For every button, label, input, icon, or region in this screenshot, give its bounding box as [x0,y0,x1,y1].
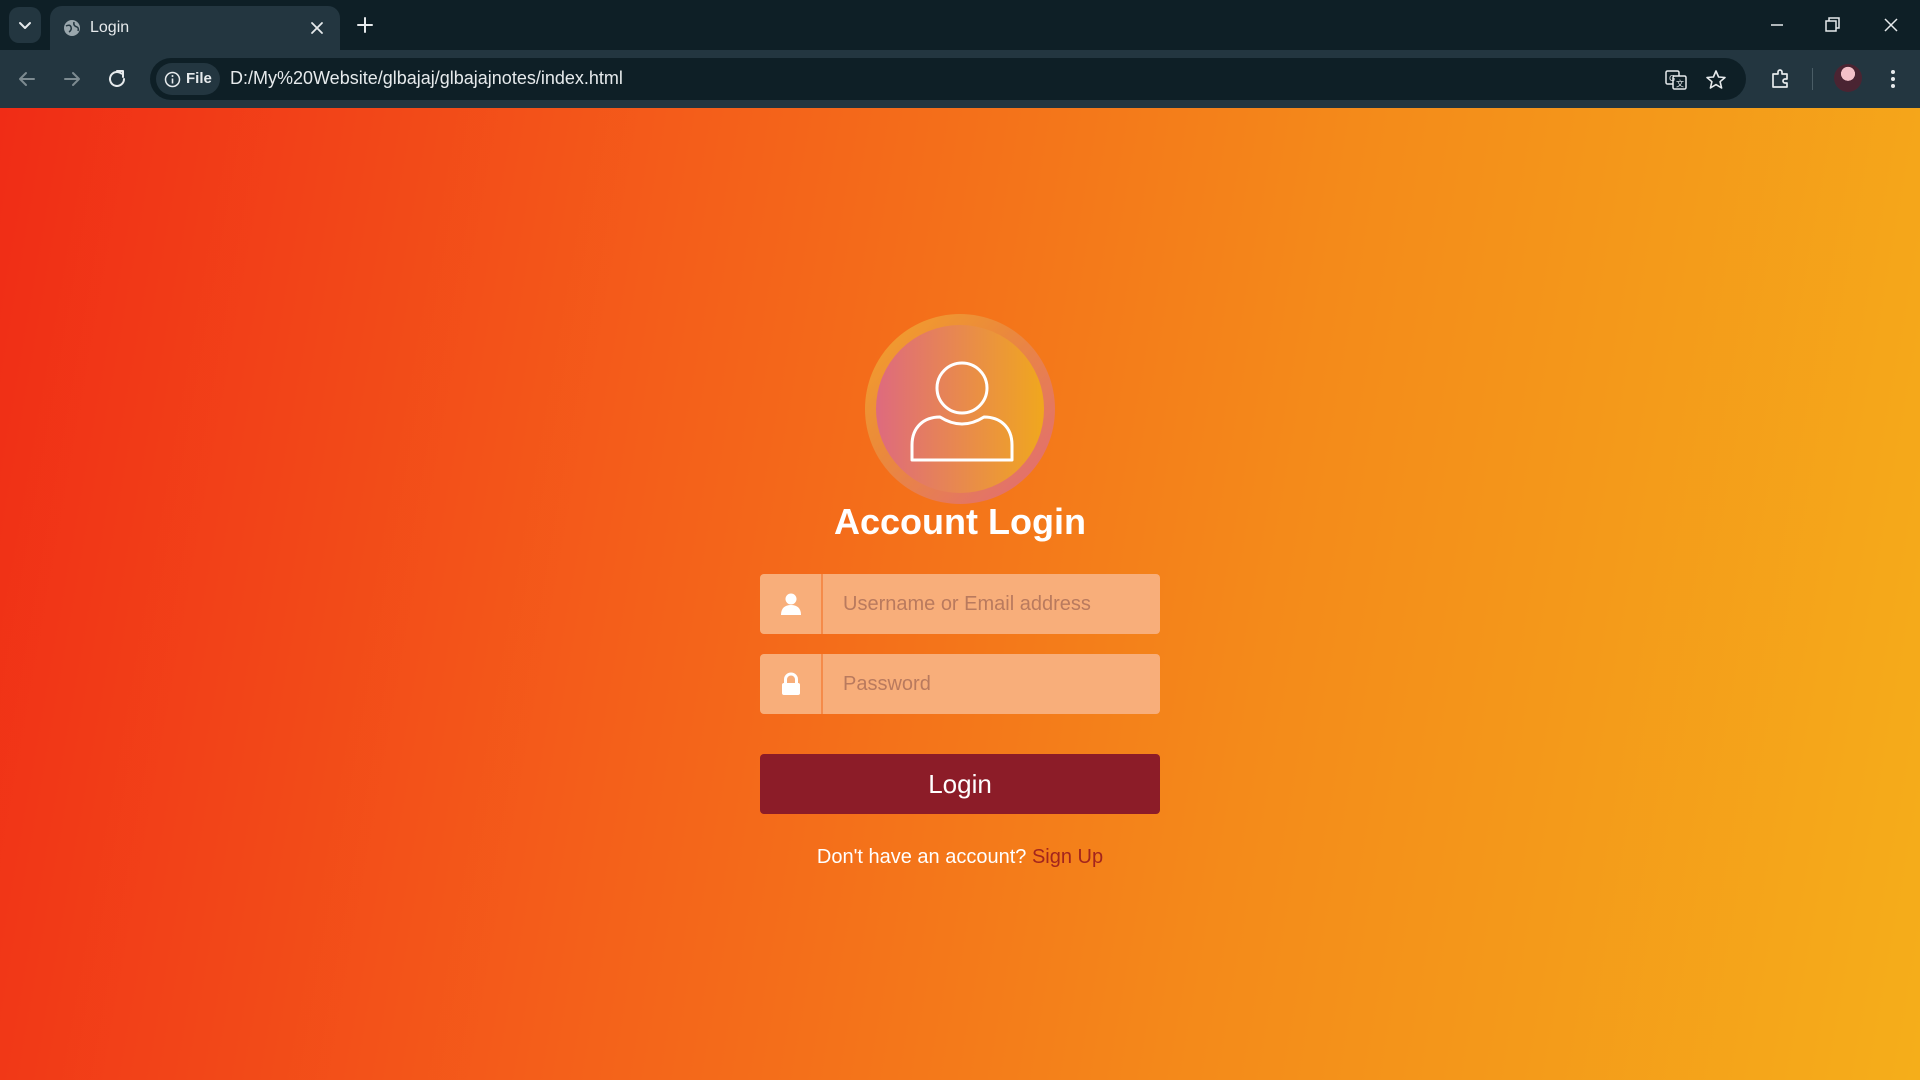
avatar-circle [876,325,1044,493]
scheme-label: File [186,70,212,87]
username-input-group [760,574,1160,634]
username-addon [760,574,823,634]
tab-list-button[interactable] [9,7,41,43]
lock-icon [781,672,800,695]
user-outline-icon [910,361,1014,462]
password-addon [760,654,823,714]
forward-arrow-icon[interactable] [59,66,85,92]
username-input[interactable] [823,574,1160,634]
kebab-menu-icon[interactable] [1880,66,1906,92]
login-avatar [865,314,1055,504]
tab-title: Login [90,19,130,36]
browser-toolbar: File D:/My%20Website/glbajaj/glbajajnote… [0,50,1920,108]
signup-prompt: Don't have an account? [816,846,1027,868]
extensions-puzzle-icon[interactable] [1768,66,1794,92]
close-tab-icon[interactable] [308,19,326,37]
chevron-down-icon [19,22,31,29]
url-text[interactable]: D:/My%20Website/glbajaj/glbajajnotes/ind… [230,68,623,89]
reload-icon[interactable] [104,66,130,92]
user-icon [780,593,801,615]
info-icon [164,71,181,88]
password-input-group [760,654,1160,714]
new-tab-plus-icon[interactable] [354,14,376,36]
browser-tab[interactable]: Login [50,6,340,50]
signup-link[interactable]: Sign Up [1032,846,1103,868]
close-window-icon[interactable] [1879,13,1903,37]
restore-icon[interactable] [1820,13,1844,37]
translate-icon[interactable]: G 文 [1664,68,1688,92]
site-info-chip[interactable]: File [156,63,220,95]
toolbar-divider [1812,68,1813,90]
svg-text:G: G [1669,74,1675,83]
login-title: Account Login [834,501,1086,542]
login-page: Account Login Login Don't have an accoun… [0,108,1920,1080]
address-bar[interactable]: File D:/My%20Website/glbajaj/glbajajnote… [150,58,1746,100]
signup-prompt-line: Don't have an account? Sign Up [760,846,1160,869]
svg-text:文: 文 [1676,79,1684,89]
profile-avatar[interactable] [1834,64,1862,92]
bookmark-star-icon[interactable] [1704,68,1728,92]
browser-tab-strip: Login [0,0,1920,50]
globe-icon [64,20,80,36]
minimize-icon[interactable] [1765,13,1789,37]
back-arrow-icon[interactable] [14,66,40,92]
password-input[interactable] [823,654,1160,714]
login-button[interactable]: Login [760,754,1160,814]
